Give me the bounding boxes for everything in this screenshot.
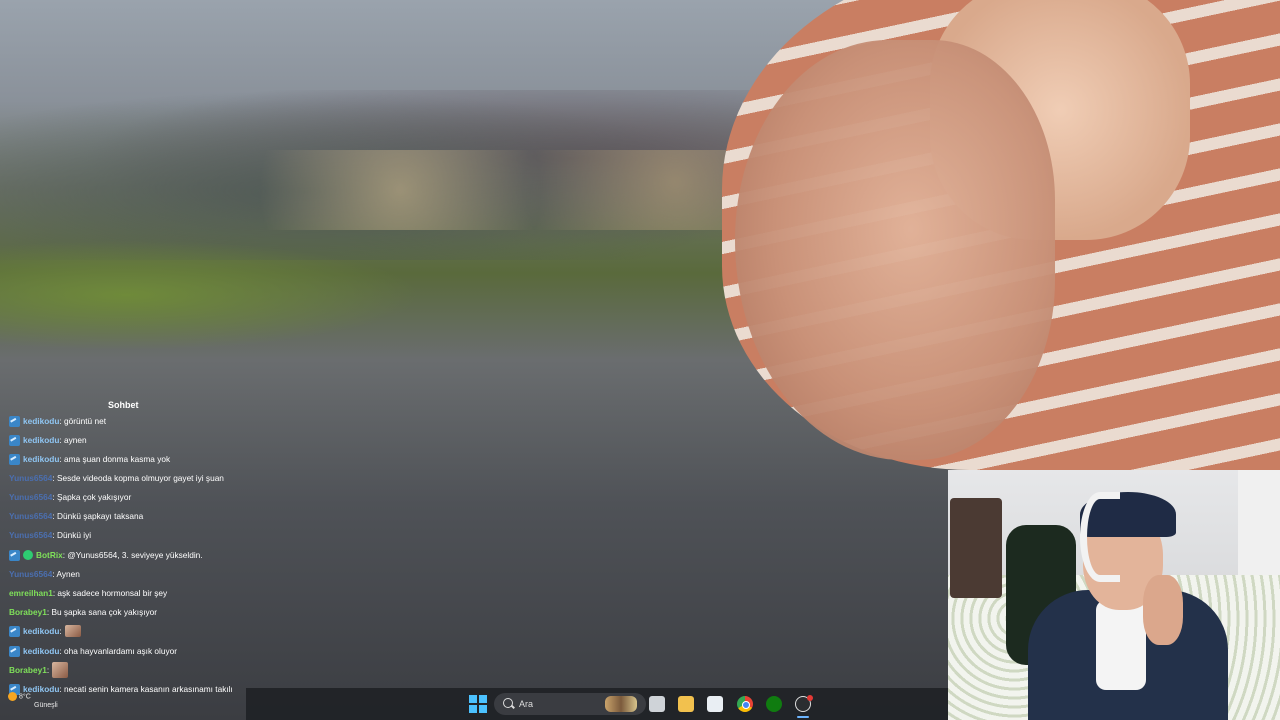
webcam-headphones (1080, 492, 1120, 582)
chat-text: : ama şuan donma kasma yok (59, 454, 171, 464)
xbox-icon[interactable] (766, 696, 782, 712)
chat-message: kedikodu: aynen (9, 433, 87, 447)
chat-username[interactable]: kedikodu (23, 626, 59, 636)
chat-message: kedikodu: ama şuan donma kasma yok (9, 452, 170, 466)
emote-icon (64, 625, 81, 637)
weather-temp: 8°C (19, 693, 31, 701)
chat-message: Yunus6564: Dünkü şapkayı taksana (9, 509, 143, 523)
chat-message: Borabey1: Bu şapka sana çok yakışıyor (9, 605, 157, 619)
subscriber-badge-icon (9, 434, 20, 446)
file-explorer-icon[interactable] (678, 696, 694, 712)
chat-username[interactable]: BotRix (36, 550, 63, 560)
subscriber-badge-icon (9, 625, 20, 637)
emote-icon (52, 662, 69, 678)
chat-username[interactable]: kedikodu (23, 416, 59, 426)
active-app-indicator (797, 716, 809, 718)
chrome-icon[interactable] (737, 696, 753, 712)
chat-username[interactable]: Yunus6564 (9, 511, 52, 521)
chat-message: Borabey1: (9, 662, 69, 678)
chat-message: Yunus6564: Şapka çok yakışıyor (9, 490, 131, 504)
chat-message: BotRix: @Yunus6564, 3. seviyeye yükseldi… (9, 548, 203, 562)
recording-indicator-icon (807, 695, 813, 701)
chat-text: : necati senin kamera kasanın arkasınamı… (59, 684, 233, 694)
weather-desc: Güneşli (34, 702, 58, 710)
chat-username[interactable]: kedikodu (23, 454, 59, 464)
chat-username[interactable]: Yunus6564 (9, 530, 52, 540)
chat-username[interactable]: emreilhan1 (9, 588, 53, 598)
subscriber-badge-icon (9, 415, 20, 427)
chat-message: Yunus6564: Sesde videoda kopma olmuyor g… (9, 471, 224, 485)
chat-username[interactable]: Yunus6564 (9, 492, 52, 502)
chat-text: : Dünkü iyi (52, 530, 92, 540)
webcam-person-shirt (1096, 600, 1146, 690)
webcam-person-hand (1143, 575, 1183, 645)
start-button[interactable] (469, 695, 487, 713)
microsoft-store-icon[interactable] (707, 696, 723, 712)
chat-text: : Şapka çok yakışıyor (52, 492, 132, 502)
bot-badge-icon (9, 549, 20, 561)
chat-text: : görüntü net (59, 416, 107, 426)
webcam-headboard (950, 498, 1002, 598)
webcam-overlay (948, 470, 1280, 720)
chat-text: : Aynen (52, 569, 80, 579)
chat-message: Yunus6564: Dünkü iyi (9, 528, 91, 542)
chat-text: : Sesde videoda kopma olmuyor gayet iyi … (52, 473, 224, 483)
chat-message: kedikodu: oha hayvanlardamı aşık oluyor (9, 644, 177, 658)
chat-text: : aynen (59, 435, 87, 445)
chat-text: : aşk sadece hormonsal bir şey (52, 588, 168, 598)
chat-username[interactable]: Yunus6564 (9, 473, 52, 483)
chat-text: : @Yunus6564, 3. seviyeye yükseldin. (62, 550, 203, 560)
weather-widget[interactable]: 8°C Güneşli (8, 692, 58, 710)
verified-gem-icon (23, 550, 33, 560)
chat-username[interactable]: kedikodu (23, 646, 59, 656)
subscriber-badge-icon (9, 645, 20, 657)
chat-username[interactable]: Borabey1 (9, 665, 47, 675)
chat-text: : (59, 626, 62, 636)
search-highlight-image (605, 696, 637, 712)
chat-username[interactable]: Yunus6564 (9, 569, 52, 579)
chat-message: emreilhan1: aşk sadece hormonsal bir şey (9, 586, 167, 600)
background-grass (0, 240, 420, 350)
chat-text: : (46, 665, 50, 675)
search-icon (503, 698, 513, 708)
search-placeholder: Ara (519, 699, 534, 709)
background-lights (250, 150, 750, 230)
chat-text: : oha hayvanlardamı aşık oluyor (59, 646, 178, 656)
chat-username[interactable]: Borabey1 (9, 607, 47, 617)
chat-message: Yunus6564: Aynen (9, 567, 80, 581)
chat-title: Sohbet (108, 400, 139, 410)
task-view-icon[interactable] (649, 696, 665, 712)
chat-text: : Bu şapka sana çok yakışıyor (46, 607, 158, 617)
chat-username[interactable]: kedikodu (23, 435, 59, 445)
chat-text: : Dünkü şapkayı taksana (52, 511, 144, 521)
sun-icon (8, 692, 17, 701)
chat-message: kedikodu: (9, 624, 81, 638)
chat-message: kedikodu: görüntü net (9, 414, 106, 428)
subscriber-badge-icon (9, 453, 20, 465)
